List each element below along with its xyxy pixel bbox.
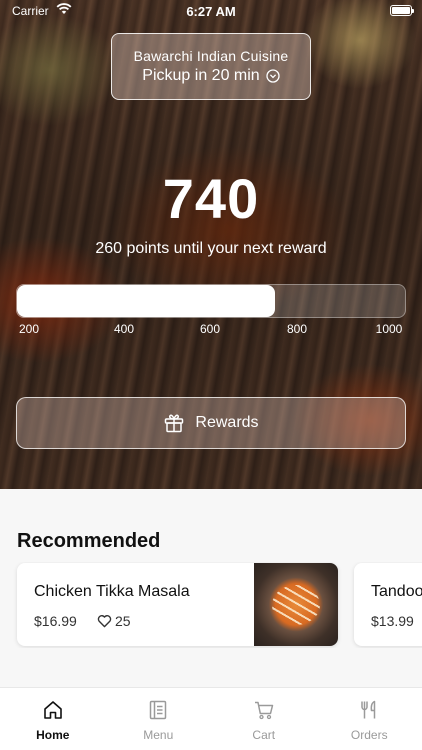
tab-menu[interactable]: Menu	[106, 688, 212, 750]
restaurant-name: Bawarchi Indian Cuisine	[133, 48, 289, 64]
home-icon	[43, 701, 62, 719]
gift-icon	[165, 414, 184, 433]
recommended-item-card[interactable]: Tandoori $13.99	[354, 563, 422, 646]
points-balance: 740	[162, 167, 260, 230]
menu-icon	[150, 700, 167, 720]
progress-tick-label: 600	[199, 322, 221, 336]
recommended-carousel[interactable]: Chicken Tikka Masala $16.99 25 Tandoori …	[0, 562, 422, 648]
item-price: $13.99	[371, 613, 414, 629]
tab-label: Cart	[252, 728, 276, 742]
progress-tick-label: 1000	[375, 322, 403, 336]
cart-icon	[254, 701, 273, 720]
tab-orders[interactable]: Orders	[317, 688, 422, 750]
progress-tick-label: 800	[286, 322, 308, 336]
likes-count: 25	[115, 613, 131, 629]
pickup-row: Pickup in 20 min	[112, 67, 310, 85]
rewards-button-label: Rewards	[195, 414, 259, 431]
rewards-button[interactable]: Rewards	[16, 397, 406, 449]
item-name: Tandoori	[371, 583, 422, 600]
fork-knife-icon	[361, 700, 376, 719]
tab-cart[interactable]: Cart	[211, 688, 317, 750]
recommended-item-card[interactable]: Chicken Tikka Masala $16.99 25	[17, 563, 338, 646]
item-image	[254, 563, 338, 646]
tab-bar: Home Menu Cart Orders	[0, 687, 422, 750]
progress-tick-labels: 200 400 600 800 1000	[0, 322, 422, 338]
points-progress-fill	[17, 285, 276, 317]
tab-label: Home	[36, 728, 70, 742]
points-progress-bar	[16, 284, 406, 318]
progress-tick-label: 200	[18, 322, 40, 336]
progress-tick-label: 400	[113, 322, 135, 336]
recommended-heading: Recommended	[17, 530, 161, 552]
item-price: $16.99	[34, 613, 77, 629]
item-likes[interactable]: 25	[97, 613, 131, 629]
tab-label: Orders	[350, 728, 388, 742]
points-until-reward: 260 points until your next reward	[95, 240, 327, 257]
tab-label: Menu	[143, 728, 174, 742]
chevron-down-circle-icon	[266, 69, 280, 83]
clock: 6:27 AM	[186, 4, 236, 19]
heart-icon	[97, 615, 112, 628]
pickup-time: Pickup in 20 min	[142, 67, 260, 84]
tab-home[interactable]: Home	[0, 688, 106, 750]
location-selector[interactable]: Bawarchi Indian Cuisine Pickup in 20 min	[111, 33, 311, 100]
battery-icon	[390, 5, 414, 16]
status-bar: Carrier 6:27 AM	[0, 0, 422, 24]
item-name: Chicken Tikka Masala	[34, 583, 190, 600]
